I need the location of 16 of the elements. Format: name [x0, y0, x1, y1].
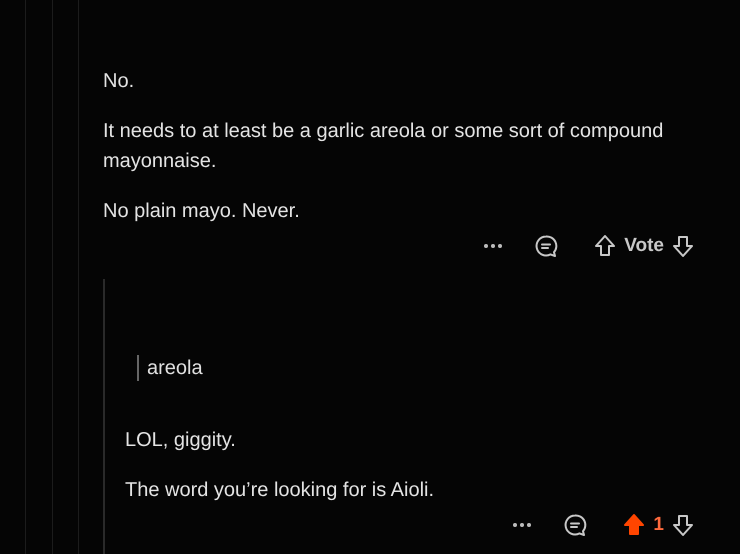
comment-text: LOL, giggity. [125, 428, 237, 452]
vote-count: Vote [624, 234, 664, 258]
downvote-icon[interactable] [672, 512, 694, 537]
more-icon[interactable] [513, 522, 532, 527]
comment-text: No. [103, 69, 136, 94]
quote-text: areola [147, 356, 203, 380]
upvote-icon[interactable] [623, 512, 646, 537]
comment-text: It needs to at least be a garlic areola or some sort of compound mayonnaise. [103, 119, 664, 174]
comment-text: No plain mayo. Never. [103, 199, 301, 224]
downvote-icon[interactable] [672, 234, 694, 258]
more-icon[interactable] [484, 244, 502, 248]
vote-count: 1 [653, 512, 664, 536]
comment-icon[interactable] [563, 512, 588, 537]
comment-icon[interactable] [534, 234, 558, 258]
comment-text: The word you’re looking for is Aioli. [125, 478, 436, 502]
upvote-icon[interactable] [594, 234, 616, 258]
